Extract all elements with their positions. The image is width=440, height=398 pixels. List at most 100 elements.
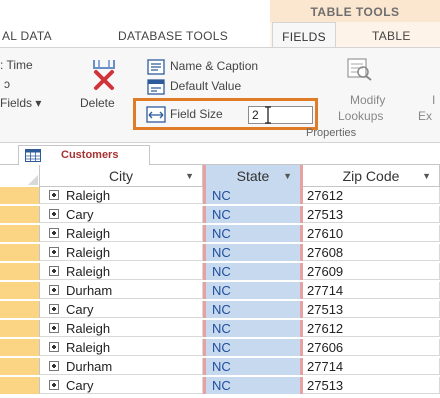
delete-button-label[interactable]: Delete xyxy=(80,96,115,110)
table-row[interactable]: Durham NC 27714 xyxy=(0,282,440,299)
cell-state[interactable]: NC xyxy=(203,377,303,394)
cell-zip[interactable]: 27612 xyxy=(303,320,440,337)
table-row[interactable]: Cary NC 27513 xyxy=(0,301,440,318)
table-row[interactable]: Raleigh NC 27606 xyxy=(0,339,440,356)
expand-plus-icon[interactable] xyxy=(49,190,59,200)
cell-zip[interactable]: 27606 xyxy=(303,339,440,356)
cell-state[interactable]: NC xyxy=(203,282,303,299)
table-row[interactable]: Raleigh NC 27612 xyxy=(0,187,440,204)
cell-state[interactable]: NC xyxy=(203,225,303,242)
record-selector[interactable] xyxy=(0,187,40,204)
tab-customers-label: Customers xyxy=(61,149,119,161)
column-header-zip-label: Zip Code xyxy=(342,168,400,184)
record-selector[interactable] xyxy=(0,225,40,242)
time-label[interactable]: : Time xyxy=(0,58,33,72)
tab-customers[interactable]: Customers xyxy=(18,145,150,166)
record-selector[interactable] xyxy=(0,282,40,299)
chevron-down-icon[interactable]: ▼ xyxy=(283,165,292,188)
record-selector[interactable] xyxy=(0,377,40,394)
record-selector[interactable] xyxy=(0,358,40,375)
chevron-down-icon[interactable]: ▼ xyxy=(185,165,194,188)
cell-zip[interactable]: 27513 xyxy=(303,301,440,318)
expand-plus-icon[interactable] xyxy=(49,304,59,314)
cell-state[interactable]: NC xyxy=(203,263,303,280)
field-size-icon xyxy=(146,106,166,123)
cell-city[interactable]: Cary xyxy=(62,377,203,394)
modify-lookups-label-1[interactable]: Modify xyxy=(350,93,385,107)
expand-plus-icon[interactable] xyxy=(49,209,59,219)
tab-table[interactable]: TABLE xyxy=(372,22,411,48)
cell-zip[interactable]: 27608 xyxy=(303,244,440,261)
column-header-state[interactable]: State ▼ xyxy=(203,165,303,187)
cell-zip[interactable]: 27609 xyxy=(303,263,440,280)
ribbon-tab-row: AL DATA DATABASE TOOLS FIELDS TABLE xyxy=(0,22,440,48)
table-row[interactable]: Raleigh NC 27609 xyxy=(0,263,440,280)
partial-label: ɔ xyxy=(4,77,10,91)
expand-plus-icon[interactable] xyxy=(49,380,59,390)
modify-lookups-icon xyxy=(346,57,372,81)
cell-zip[interactable]: 27610 xyxy=(303,225,440,242)
expand-plus-icon[interactable] xyxy=(49,228,59,238)
cell-city[interactable]: Raleigh xyxy=(62,320,203,337)
expand-plus-icon[interactable] xyxy=(49,342,59,352)
more-fields-button[interactable]: Fields ▾ xyxy=(0,96,41,110)
cut-off-label: I xyxy=(432,93,436,107)
record-selector[interactable] xyxy=(0,320,40,337)
table-row[interactable]: Cary NC 27513 xyxy=(0,377,440,394)
cell-zip[interactable]: 27714 xyxy=(303,358,440,375)
column-header-zip[interactable]: Zip Code ▼ xyxy=(303,165,440,187)
delete-icon[interactable] xyxy=(88,58,120,96)
cell-state[interactable]: NC xyxy=(203,187,303,204)
table-row[interactable]: Cary NC 27513 xyxy=(0,206,440,223)
record-selector[interactable] xyxy=(0,206,40,223)
cell-state[interactable]: NC xyxy=(203,320,303,337)
cell-city[interactable]: Cary xyxy=(62,301,203,318)
column-header-city-label: City xyxy=(108,168,134,184)
table-row[interactable]: Durham NC 27714 xyxy=(0,358,440,375)
cell-state[interactable]: NC xyxy=(203,358,303,375)
name-caption-button[interactable]: Name & Caption xyxy=(170,59,258,73)
expand-plus-icon[interactable] xyxy=(49,266,59,276)
tab-database-tools[interactable]: DATABASE TOOLS xyxy=(118,22,228,48)
modify-expression-partial[interactable]: Ex xyxy=(418,109,432,123)
field-size-input[interactable]: 2 xyxy=(248,106,313,124)
record-selector[interactable] xyxy=(0,244,40,261)
record-selector[interactable] xyxy=(0,263,40,280)
expand-plus-icon[interactable] xyxy=(49,247,59,257)
cell-city[interactable]: Raleigh xyxy=(62,244,203,261)
chevron-down-icon[interactable]: ▼ xyxy=(422,165,431,188)
modify-lookups-label-2[interactable]: Lookups xyxy=(338,109,383,123)
default-value-button[interactable]: Default Value xyxy=(170,79,241,93)
cell-city[interactable]: Raleigh xyxy=(62,225,203,242)
cell-city[interactable]: Durham xyxy=(62,358,203,375)
tab-external-data[interactable]: AL DATA xyxy=(2,22,52,48)
name-caption-icon xyxy=(147,59,165,75)
column-header-city[interactable]: City ▼ xyxy=(40,165,203,187)
cell-city[interactable]: Durham xyxy=(62,282,203,299)
expand-plus-icon[interactable] xyxy=(49,323,59,333)
table-row[interactable]: Raleigh NC 27612 xyxy=(0,320,440,337)
cell-state[interactable]: NC xyxy=(203,301,303,318)
table-row[interactable]: Raleigh NC 27610 xyxy=(0,225,440,242)
cell-city[interactable]: Raleigh xyxy=(62,263,203,280)
record-selector[interactable] xyxy=(0,339,40,356)
document-tabstrip: Customers xyxy=(0,143,440,166)
cell-zip[interactable]: 27714 xyxy=(303,282,440,299)
cell-state[interactable]: NC xyxy=(203,206,303,223)
cell-city[interactable]: Raleigh xyxy=(62,187,203,204)
select-all-corner[interactable] xyxy=(0,165,40,187)
record-selector[interactable] xyxy=(0,301,40,318)
cell-city[interactable]: Raleigh xyxy=(62,339,203,356)
field-size-label: Field Size xyxy=(170,107,223,121)
cell-zip[interactable]: 27513 xyxy=(303,377,440,394)
expand-plus-icon[interactable] xyxy=(49,285,59,295)
cell-state[interactable]: NC xyxy=(203,244,303,261)
expand-plus-icon[interactable] xyxy=(49,361,59,371)
tab-fields[interactable]: FIELDS xyxy=(272,22,336,48)
table-icon xyxy=(25,149,41,162)
table-row[interactable]: Raleigh NC 27608 xyxy=(0,244,440,261)
cell-zip[interactable]: 27513 xyxy=(303,206,440,223)
cell-zip[interactable]: 27612 xyxy=(303,187,440,204)
cell-state[interactable]: NC xyxy=(203,339,303,356)
cell-city[interactable]: Cary xyxy=(62,206,203,223)
